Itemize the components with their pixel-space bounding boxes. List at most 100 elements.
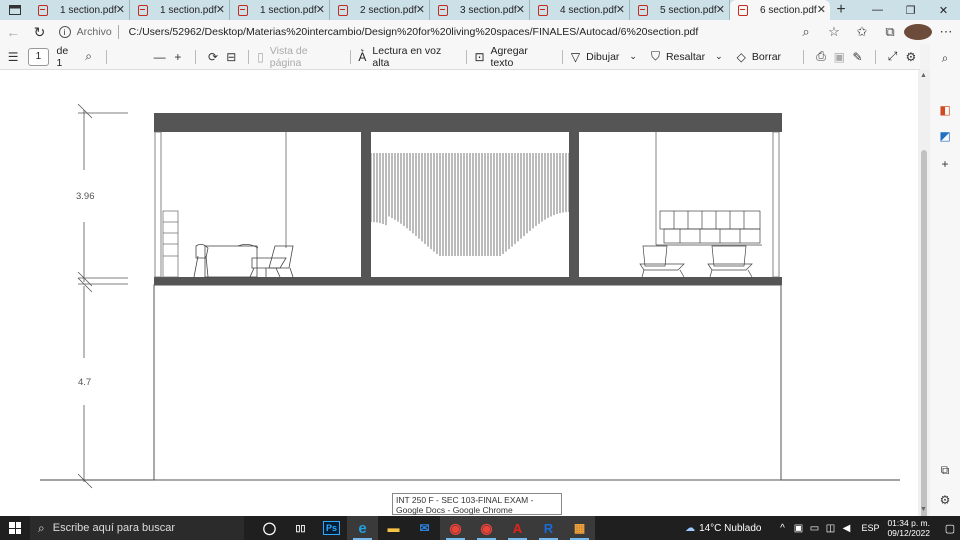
right-kitchen-set xyxy=(639,210,762,278)
highlight-icon: ⛉ xyxy=(650,49,660,63)
rotate-icon[interactable]: ⟳ xyxy=(204,50,222,64)
page-number-input[interactable]: 1 xyxy=(28,47,49,66)
close-tab-icon[interactable]: ✕ xyxy=(616,3,625,16)
erase-button[interactable]: ◇ Borrar xyxy=(737,50,781,64)
network-icon[interactable]: ▣ xyxy=(791,523,805,534)
scroll-thumb[interactable] xyxy=(921,150,927,530)
collections-icon[interactable]: ⧉ xyxy=(876,24,904,40)
save-as-icon[interactable]: ✎ xyxy=(848,50,866,64)
dimension-lower: 4.7 xyxy=(78,377,92,388)
start-button[interactable] xyxy=(0,516,30,540)
photoshop-glyph: Ps xyxy=(322,521,340,535)
scroll-down-icon[interactable]: ▼ xyxy=(920,506,927,513)
add-text-button[interactable]: ⊡ Agregar texto xyxy=(474,45,540,69)
calculator-icon[interactable]: ▦ xyxy=(564,516,595,540)
tab-1-section-a[interactable]: 1 section.pdf ✕ xyxy=(30,0,130,20)
address-field[interactable]: i Archivo C:/Users/52962/Desktop/Materia… xyxy=(58,22,792,42)
outlook-icon[interactable]: ◩ xyxy=(937,128,953,144)
close-tab-icon[interactable]: ✕ xyxy=(416,3,425,16)
taskbar-search[interactable]: ⌕ Escribe aquí para buscar xyxy=(30,516,244,540)
close-tab-icon[interactable]: ✕ xyxy=(716,3,725,16)
chrome-icon[interactable]: ◉ xyxy=(440,516,471,540)
volume-icon[interactable]: ◀ xyxy=(839,523,853,534)
divider xyxy=(562,49,563,64)
fullscreen-icon[interactable]: ⤢ xyxy=(883,49,901,64)
maximize-button[interactable]: ❐ xyxy=(894,0,927,20)
close-tab-icon[interactable]: ✕ xyxy=(316,3,325,16)
tab-5-section[interactable]: 5 section.pdf ✕ xyxy=(630,0,730,20)
mail-icon[interactable]: ✉ xyxy=(409,516,440,540)
contents-icon[interactable]: ☰ xyxy=(4,50,22,64)
zoom-icon[interactable]: ⌕ xyxy=(792,24,820,40)
more-menu-icon[interactable]: ⋯ xyxy=(932,24,960,40)
favorites-icon[interactable]: ✩ xyxy=(848,24,876,40)
chevron-down-icon[interactable]: ⌄ xyxy=(629,51,637,62)
info-icon[interactable]: i xyxy=(58,26,71,38)
vertical-scrollbar[interactable]: ▲ ▼ xyxy=(918,70,930,530)
split-screen-icon[interactable]: ⧉ xyxy=(937,462,953,478)
chevron-down-icon[interactable]: ⌄ xyxy=(715,51,723,62)
chevron-up-icon[interactable]: ^ xyxy=(775,523,789,534)
search-icon[interactable]: ⌕ xyxy=(937,50,953,66)
task-view-icon[interactable]: ◯ xyxy=(254,516,285,540)
save-icon[interactable]: ▣ xyxy=(830,50,848,64)
chrome-icon[interactable]: ◉ xyxy=(471,516,502,540)
settings-icon[interactable]: ⚙ xyxy=(902,50,920,64)
divider xyxy=(117,25,119,39)
roof-slab xyxy=(154,113,782,132)
new-tab-button[interactable]: + xyxy=(830,0,852,20)
clock[interactable]: 01:34 p. m. 09/12/2022 xyxy=(887,518,930,538)
profile-button[interactable] xyxy=(904,24,932,40)
file-explorer-icon[interactable]: ▬ xyxy=(378,516,409,540)
tab-1-section-b[interactable]: 1 section.pdf ✕ xyxy=(130,0,230,20)
tab-1-section-c[interactable]: 1 section.pdf ✕ xyxy=(230,0,330,20)
divider xyxy=(465,49,467,64)
notifications-icon[interactable]: ▢ xyxy=(940,522,960,535)
sidebar-settings-icon[interactable]: ⚙ xyxy=(937,492,953,508)
weather-widget[interactable]: ☁ 14°C Nublado xyxy=(685,523,761,534)
fit-page-icon[interactable]: ⊟ xyxy=(222,50,240,64)
language-indicator[interactable]: ESP xyxy=(861,523,879,533)
close-tab-icon[interactable]: ✕ xyxy=(116,3,125,16)
curtain-wall-feature xyxy=(370,153,570,256)
read-aloud-button[interactable]: A͛ Lectura en voz alta xyxy=(358,45,443,69)
draw-label: Dibujar xyxy=(586,50,620,63)
display-icon[interactable]: ◫ xyxy=(823,523,837,534)
tab-6-section-active[interactable]: 6 section.pdf ✕ xyxy=(730,0,830,20)
autocad-icon[interactable]: A xyxy=(502,516,533,540)
read-aloud-icon: A͛ xyxy=(358,49,367,64)
search-icon: ⌕ xyxy=(38,520,45,535)
back-button[interactable]: ← xyxy=(0,20,26,44)
photoshop-icon[interactable]: Ps xyxy=(316,516,347,540)
tab-actions-button[interactable] xyxy=(0,0,30,20)
search-icon[interactable]: ⌕ xyxy=(79,49,97,64)
tab-2-section[interactable]: 2 section.pdf ✕ xyxy=(330,0,430,20)
edge-column xyxy=(772,131,780,278)
minimize-button[interactable]: — xyxy=(861,0,894,20)
highlight-button[interactable]: ⛉ Resaltar ⌄ xyxy=(651,49,723,64)
close-tab-icon[interactable]: ✕ xyxy=(216,3,225,16)
multitasking-icon[interactable]: ▯▯ xyxy=(285,516,316,540)
print-icon[interactable]: ⎙ xyxy=(812,49,830,64)
zoom-in-icon[interactable]: + xyxy=(169,50,187,64)
add-icon[interactable]: + xyxy=(937,156,953,172)
edge-icon[interactable]: e xyxy=(347,516,378,540)
scroll-up-icon[interactable]: ▲ xyxy=(920,72,927,79)
taskbar-tooltip: INT 250 F - SEC 103-FINAL EXAM - Google … xyxy=(392,493,562,515)
close-tab-icon[interactable]: ✕ xyxy=(817,3,826,16)
favorite-add-icon[interactable]: ☆ xyxy=(820,24,848,40)
edge-column xyxy=(154,131,162,278)
tab-4-section[interactable]: 4 section.pdf ✕ xyxy=(530,0,630,20)
draw-button[interactable]: ▽ Dibujar ⌄ xyxy=(571,50,637,64)
office-icon[interactable]: ◧ xyxy=(937,102,953,118)
battery-icon[interactable]: ▭ xyxy=(807,523,821,534)
add-text-icon: ⊡ xyxy=(474,49,485,64)
refresh-button[interactable]: ↻ xyxy=(26,20,52,44)
zoom-out-icon[interactable]: — xyxy=(151,50,169,64)
close-window-button[interactable]: ✕ xyxy=(927,0,960,20)
tab-3-section[interactable]: 3 section.pdf ✕ xyxy=(430,0,530,20)
page-view-button[interactable]: ▯ Vista de página xyxy=(257,45,327,69)
close-tab-icon[interactable]: ✕ xyxy=(516,3,525,16)
revit-icon[interactable]: R xyxy=(533,516,564,540)
pdf-icon xyxy=(138,4,148,16)
